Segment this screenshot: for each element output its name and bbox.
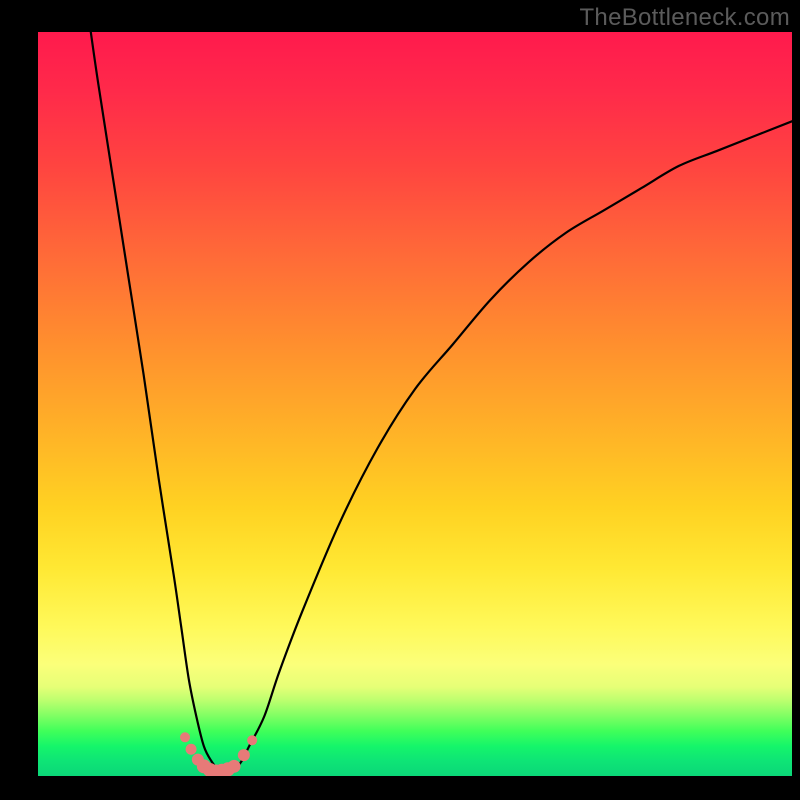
marker-layer (180, 732, 257, 776)
data-marker (238, 749, 250, 761)
chart-frame: TheBottleneck.com (0, 0, 800, 800)
data-marker (228, 760, 241, 773)
watermark-text: TheBottleneck.com (579, 4, 790, 32)
data-marker (180, 732, 190, 742)
bottleneck-curve (91, 32, 792, 772)
data-marker (247, 735, 257, 745)
plot-area (38, 32, 792, 776)
curve-layer (91, 32, 792, 772)
chart-svg (38, 32, 792, 776)
data-marker (186, 744, 197, 755)
